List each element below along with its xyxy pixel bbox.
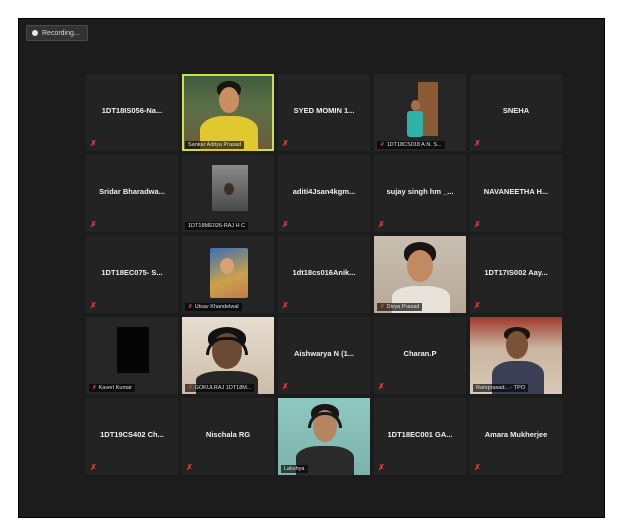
active-speaker-tile[interactable]: Sankar Aditya Prasad	[182, 74, 274, 151]
video-face	[224, 183, 234, 195]
participant-tile[interactable]: Amara Mukherjee ✗	[470, 398, 562, 475]
participant-tile[interactable]: ✗ GOKULRAJ 1DT18M...	[182, 317, 274, 394]
participant-tile[interactable]: Aishwarya N (1... ✗	[278, 317, 370, 394]
participant-tile[interactable]: 1DT18EC075- S... ✗	[86, 236, 178, 313]
muted-mic-icon: ✗	[186, 463, 193, 472]
muted-mic-icon: ✗	[474, 139, 481, 148]
participant-tile[interactable]: Ramprasad... - TPO	[470, 317, 562, 394]
muted-mic-icon: ✗	[90, 463, 97, 472]
muted-mic-icon: ✗	[474, 463, 481, 472]
recording-label: Recording...	[42, 29, 80, 37]
participant-name: SYED MOMIN 1...	[293, 106, 355, 115]
participant-tile[interactable]: Charan.P ✗	[374, 317, 466, 394]
participant-tile[interactable]: ✗ 1DT18CS018 A.N. S...	[374, 74, 466, 151]
video-face	[219, 87, 239, 113]
participant-tile[interactable]: 1DT18EC001 GA... ✗	[374, 398, 466, 475]
muted-mic-icon: ✗	[282, 382, 289, 391]
record-icon	[32, 30, 38, 36]
participant-label: ✗ Utsav Khandelwal	[185, 303, 242, 311]
video-black-frame	[117, 327, 149, 373]
participant-name: 1DT18IS056-Na...	[101, 106, 163, 115]
participant-name: aditi4Jsan4kgm...	[292, 187, 356, 196]
video-face	[506, 331, 528, 359]
participant-name: Sridar Bharadwa...	[99, 187, 165, 196]
participant-tile[interactable]: 1DT17IS002 Aay... ✗	[470, 236, 562, 313]
participant-tile[interactable]: ✗ Utsav Khandelwal	[182, 236, 274, 313]
participant-name: 1DT18EC001 GA...	[387, 430, 453, 439]
muted-mic-icon: ✗	[378, 382, 385, 391]
participant-label: ✗ GOKULRAJ 1DT18M...	[185, 384, 255, 392]
participant-name: 1DT17IS002 Aay...	[484, 268, 548, 277]
participant-label: ✗ Kaveri Kumar	[89, 384, 135, 392]
muted-mic-icon: ✗	[90, 301, 97, 310]
muted-mic-icon: ✗	[282, 220, 289, 229]
meeting-window: Recording... 1DT18IS056-Na... ✗ Sankar A…	[18, 18, 605, 518]
participant-tile[interactable]: 1DT18IS056-Na... ✗	[86, 74, 178, 151]
muted-mic-icon: ✗	[474, 220, 481, 229]
participant-tile[interactable]: aditi4Jsan4kgm... ✗	[278, 155, 370, 232]
participant-label: Lakshya	[281, 465, 308, 473]
gallery-grid: 1DT18IS056-Na... ✗ Sankar Aditya Prasad …	[86, 74, 562, 475]
participant-tile[interactable]: Lakshya	[278, 398, 370, 475]
participant-label: ✗ Divya Prasad	[377, 303, 423, 311]
participant-label: ✗ 1DT18CS018 A.N. S...	[377, 141, 445, 149]
video-face	[407, 250, 433, 282]
participant-label: 1DT18ME026-RAJ H C	[185, 222, 249, 230]
video-face	[220, 258, 234, 274]
muted-mic-icon: ✗	[378, 220, 385, 229]
muted-mic-icon: ✗	[378, 463, 385, 472]
muted-mic-icon: ✗	[282, 139, 289, 148]
muted-mic-icon: ✗	[90, 139, 97, 148]
participant-name: Aishwarya N (1...	[293, 349, 355, 358]
participant-name: NAVANEETHA H...	[483, 187, 549, 196]
participant-name: SNEHA	[502, 106, 530, 115]
participant-tile[interactable]: 1dt18cs016Anik... ✗	[278, 236, 370, 313]
participant-tile[interactable]: Sridar Bharadwa... ✗	[86, 155, 178, 232]
participant-label: Sankar Aditya Prasad	[185, 141, 244, 149]
muted-mic-icon: ✗	[474, 301, 481, 310]
participant-name: 1dt18cs016Anik...	[292, 268, 356, 277]
participant-tile[interactable]: SNEHA ✗	[470, 74, 562, 151]
participant-tile[interactable]: 1DT19CS402 Ch... ✗	[86, 398, 178, 475]
participant-name: Nischala RG	[205, 430, 251, 439]
participant-label: Ramprasad... - TPO	[473, 384, 529, 392]
participant-name: 1DT19CS402 Ch...	[100, 430, 164, 439]
participant-tile[interactable]: sujay singh hm _... ✗	[374, 155, 466, 232]
recording-indicator[interactable]: Recording...	[26, 25, 88, 41]
muted-mic-icon: ✗	[90, 220, 97, 229]
video-body	[407, 111, 423, 137]
participant-tile[interactable]: ✗ Kaveri Kumar	[86, 317, 178, 394]
participant-name: sujay singh hm _...	[386, 187, 454, 196]
participant-name: Charan.P	[403, 349, 437, 358]
participant-tile[interactable]: Nischala RG ✗	[182, 398, 274, 475]
muted-mic-icon: ✗	[282, 301, 289, 310]
participant-tile[interactable]: NAVANEETHA H... ✗	[470, 155, 562, 232]
participant-tile[interactable]: SYED MOMIN 1... ✗	[278, 74, 370, 151]
participant-tile[interactable]: ✗ Divya Prasad	[374, 236, 466, 313]
participant-name: 1DT18EC075- S...	[101, 268, 163, 277]
participant-tile[interactable]: 1DT18ME026-RAJ H C	[182, 155, 274, 232]
video-face	[411, 100, 420, 111]
participant-name: Amara Mukherjee	[484, 430, 548, 439]
